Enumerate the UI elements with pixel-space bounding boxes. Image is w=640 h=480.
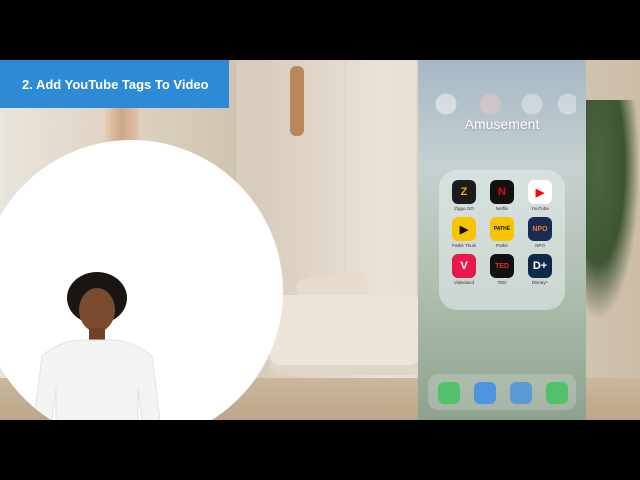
app-label: Netflix: [495, 206, 509, 211]
app-folder[interactable]: Z Ziggo GO N Netflix ▶ YouTube ▶ Pathé Thuis PAT…: [439, 170, 565, 310]
app-ted[interactable]: TED TED: [485, 254, 519, 285]
phone-icon[interactable]: [438, 382, 460, 404]
app-youtube[interactable]: ▶ YouTube: [523, 180, 557, 211]
app-icon[interactable]: Z: [452, 180, 476, 204]
app-label: YouTube: [531, 206, 549, 211]
safari-icon[interactable]: [474, 382, 496, 404]
app-label: Pathé: [496, 243, 508, 248]
app-label: Pathé Thuis: [452, 243, 476, 248]
app-disney-[interactable]: D+ Disney+: [523, 254, 557, 285]
app-ziggo-go[interactable]: Z Ziggo GO: [447, 180, 481, 211]
app-label: Videoland: [454, 280, 474, 285]
app-icon[interactable]: N: [490, 180, 514, 204]
app-label: NPO: [535, 243, 545, 248]
phone-screen: Amusement Z Ziggo GO N Netflix ▶ YouTube ▶ Path…: [418, 60, 586, 420]
app-icon[interactable]: ▶: [528, 180, 552, 204]
step-banner: 2. Add YouTube Tags To Video: [0, 60, 229, 108]
mail-icon[interactable]: [510, 382, 532, 404]
folder-title: Amusement: [464, 116, 540, 132]
app-icon[interactable]: TED: [490, 254, 514, 278]
app-npo[interactable]: NPO NPO: [523, 217, 557, 248]
app-icon[interactable]: V: [452, 254, 476, 278]
video-frame: 2. Add YouTube Tags To Video Amusement Z…: [0, 60, 640, 420]
app-videoland[interactable]: V Videoland: [447, 254, 481, 285]
app-path-thuis[interactable]: ▶ Pathé Thuis: [447, 217, 481, 248]
app-label: Disney+: [531, 280, 549, 285]
app-icon[interactable]: PATHÉ: [490, 217, 514, 241]
app-grid: Z Ziggo GO N Netflix ▶ YouTube ▶ Pathé Thuis PAT…: [447, 180, 557, 285]
app-label: TED: [497, 280, 507, 285]
app-icon[interactable]: D+: [528, 254, 552, 278]
presenter-figure: [33, 272, 161, 420]
sofa: [270, 295, 420, 375]
app-icon[interactable]: NPO: [528, 217, 552, 241]
step-title: 2. Add YouTube Tags To Video: [22, 76, 209, 92]
dock: [428, 374, 576, 410]
wall-lamp: [290, 66, 304, 136]
app-label: Ziggo GO: [454, 206, 474, 211]
app-icon[interactable]: ▶: [452, 217, 476, 241]
app-path-[interactable]: PATHÉ Pathé: [485, 217, 519, 248]
messages-icon[interactable]: [546, 382, 568, 404]
app-netflix[interactable]: N Netflix: [485, 180, 519, 211]
